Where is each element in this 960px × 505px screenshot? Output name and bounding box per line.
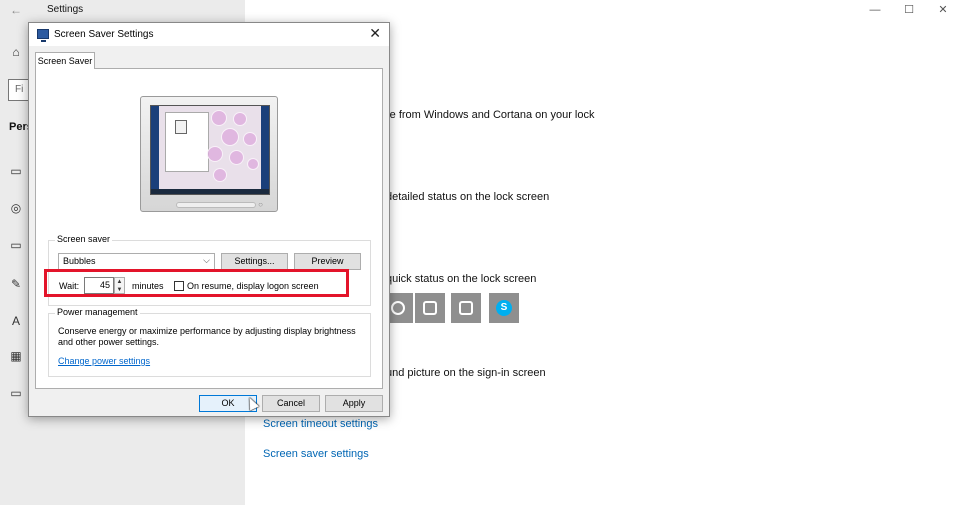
lock-screen-icon[interactable]: ▭	[8, 237, 24, 253]
screen-saver-group-label: Screen saver	[55, 234, 113, 244]
power-description: Conserve energy or maximize performance …	[58, 326, 356, 347]
preview-window	[165, 112, 209, 172]
preview-button[interactable]: Preview	[294, 253, 361, 270]
screen-saver-dialog: Screen Saver Settings ✕ Screen Saver ○ S…	[28, 22, 390, 417]
bubble	[221, 128, 239, 146]
quick-status-text: quick status on the lock screen	[386, 273, 537, 285]
tab-screen-saver[interactable]: Screen Saver	[35, 52, 95, 69]
screen-timeout-link[interactable]: Screen timeout settings	[263, 418, 378, 430]
skype-tile[interactable]: S	[489, 293, 519, 323]
settings-app-title: Settings	[47, 4, 84, 15]
window-controls: — ☐ ✕	[858, 0, 960, 20]
taskbar-icon[interactable]: ▭	[8, 385, 24, 401]
palette-icon[interactable]: ◎	[8, 200, 24, 216]
picture-icon[interactable]: ▭	[8, 163, 24, 179]
home-icon[interactable]: ⌂	[8, 44, 24, 60]
minutes-label: minutes	[132, 281, 164, 291]
screen-saver-select-value: Bubbles	[63, 256, 96, 266]
bubble	[211, 110, 227, 126]
lock-screen-option-text: re from Windows and Cortana on your lock	[386, 109, 595, 121]
logon-screen-label[interactable]: On resume, display logon screen	[187, 281, 319, 291]
cancel-button[interactable]: Cancel	[262, 395, 320, 412]
dialog-title: Screen Saver Settings	[54, 29, 154, 40]
bubble	[213, 168, 227, 182]
screen-saver-group: Screen saver Bubbles ⌵ Settings... Previ…	[48, 234, 371, 306]
bubble	[207, 146, 223, 162]
change-power-settings-link[interactable]: Change power settings	[58, 356, 150, 366]
wait-minutes-input[interactable]: 45	[84, 277, 114, 294]
screen-saver-link[interactable]: Screen saver settings	[263, 448, 369, 460]
power-group-label: Power management	[55, 307, 140, 317]
logon-screen-checkbox[interactable]	[174, 281, 184, 291]
tab-panel: ○ Screen saver Bubbles ⌵ Settings... Pre…	[35, 68, 383, 389]
skype-icon: S	[496, 300, 512, 316]
minimize-button[interactable]: —	[858, 0, 892, 20]
power-management-group: Power management Conserve energy or maxi…	[48, 307, 371, 377]
signin-picture-text: und picture on the sign-in screen	[386, 367, 546, 379]
font-icon[interactable]: A	[8, 313, 24, 329]
start-icon[interactable]: ▦	[8, 348, 24, 364]
dialog-titlebar[interactable]: Screen Saver Settings ✕	[29, 23, 389, 46]
calendar-icon[interactable]	[415, 293, 445, 323]
saver-settings-button[interactable]: Settings...	[221, 253, 288, 270]
chevron-down-icon: ⌵	[203, 255, 210, 265]
bubble	[243, 132, 257, 146]
apply-button[interactable]: Apply	[325, 395, 383, 412]
bubble	[229, 150, 244, 165]
store-icon[interactable]	[451, 293, 481, 323]
preview-monitor: ○	[140, 96, 278, 212]
preview-screen	[150, 105, 270, 195]
spin-down-icon[interactable]: ▼	[115, 286, 124, 294]
monitor-icon	[37, 29, 49, 42]
detailed-status-text: detailed status on the lock screen	[386, 191, 550, 203]
power-icon: ○	[258, 200, 263, 209]
wait-label: Wait:	[59, 281, 80, 291]
bubble	[233, 112, 247, 126]
theme-icon[interactable]: ✎	[8, 276, 24, 292]
dialog-close-button[interactable]: ✕	[369, 25, 381, 42]
screen-saver-select[interactable]: Bubbles ⌵	[58, 253, 215, 270]
close-window-button[interactable]: ✕	[926, 0, 960, 20]
spin-up-icon[interactable]: ▲	[115, 278, 124, 286]
maximize-button[interactable]: ☐	[892, 0, 926, 20]
wait-spinner[interactable]: ▲ ▼	[114, 277, 125, 294]
bubble	[247, 158, 259, 170]
back-arrow-icon[interactable]: ←	[10, 3, 22, 17]
